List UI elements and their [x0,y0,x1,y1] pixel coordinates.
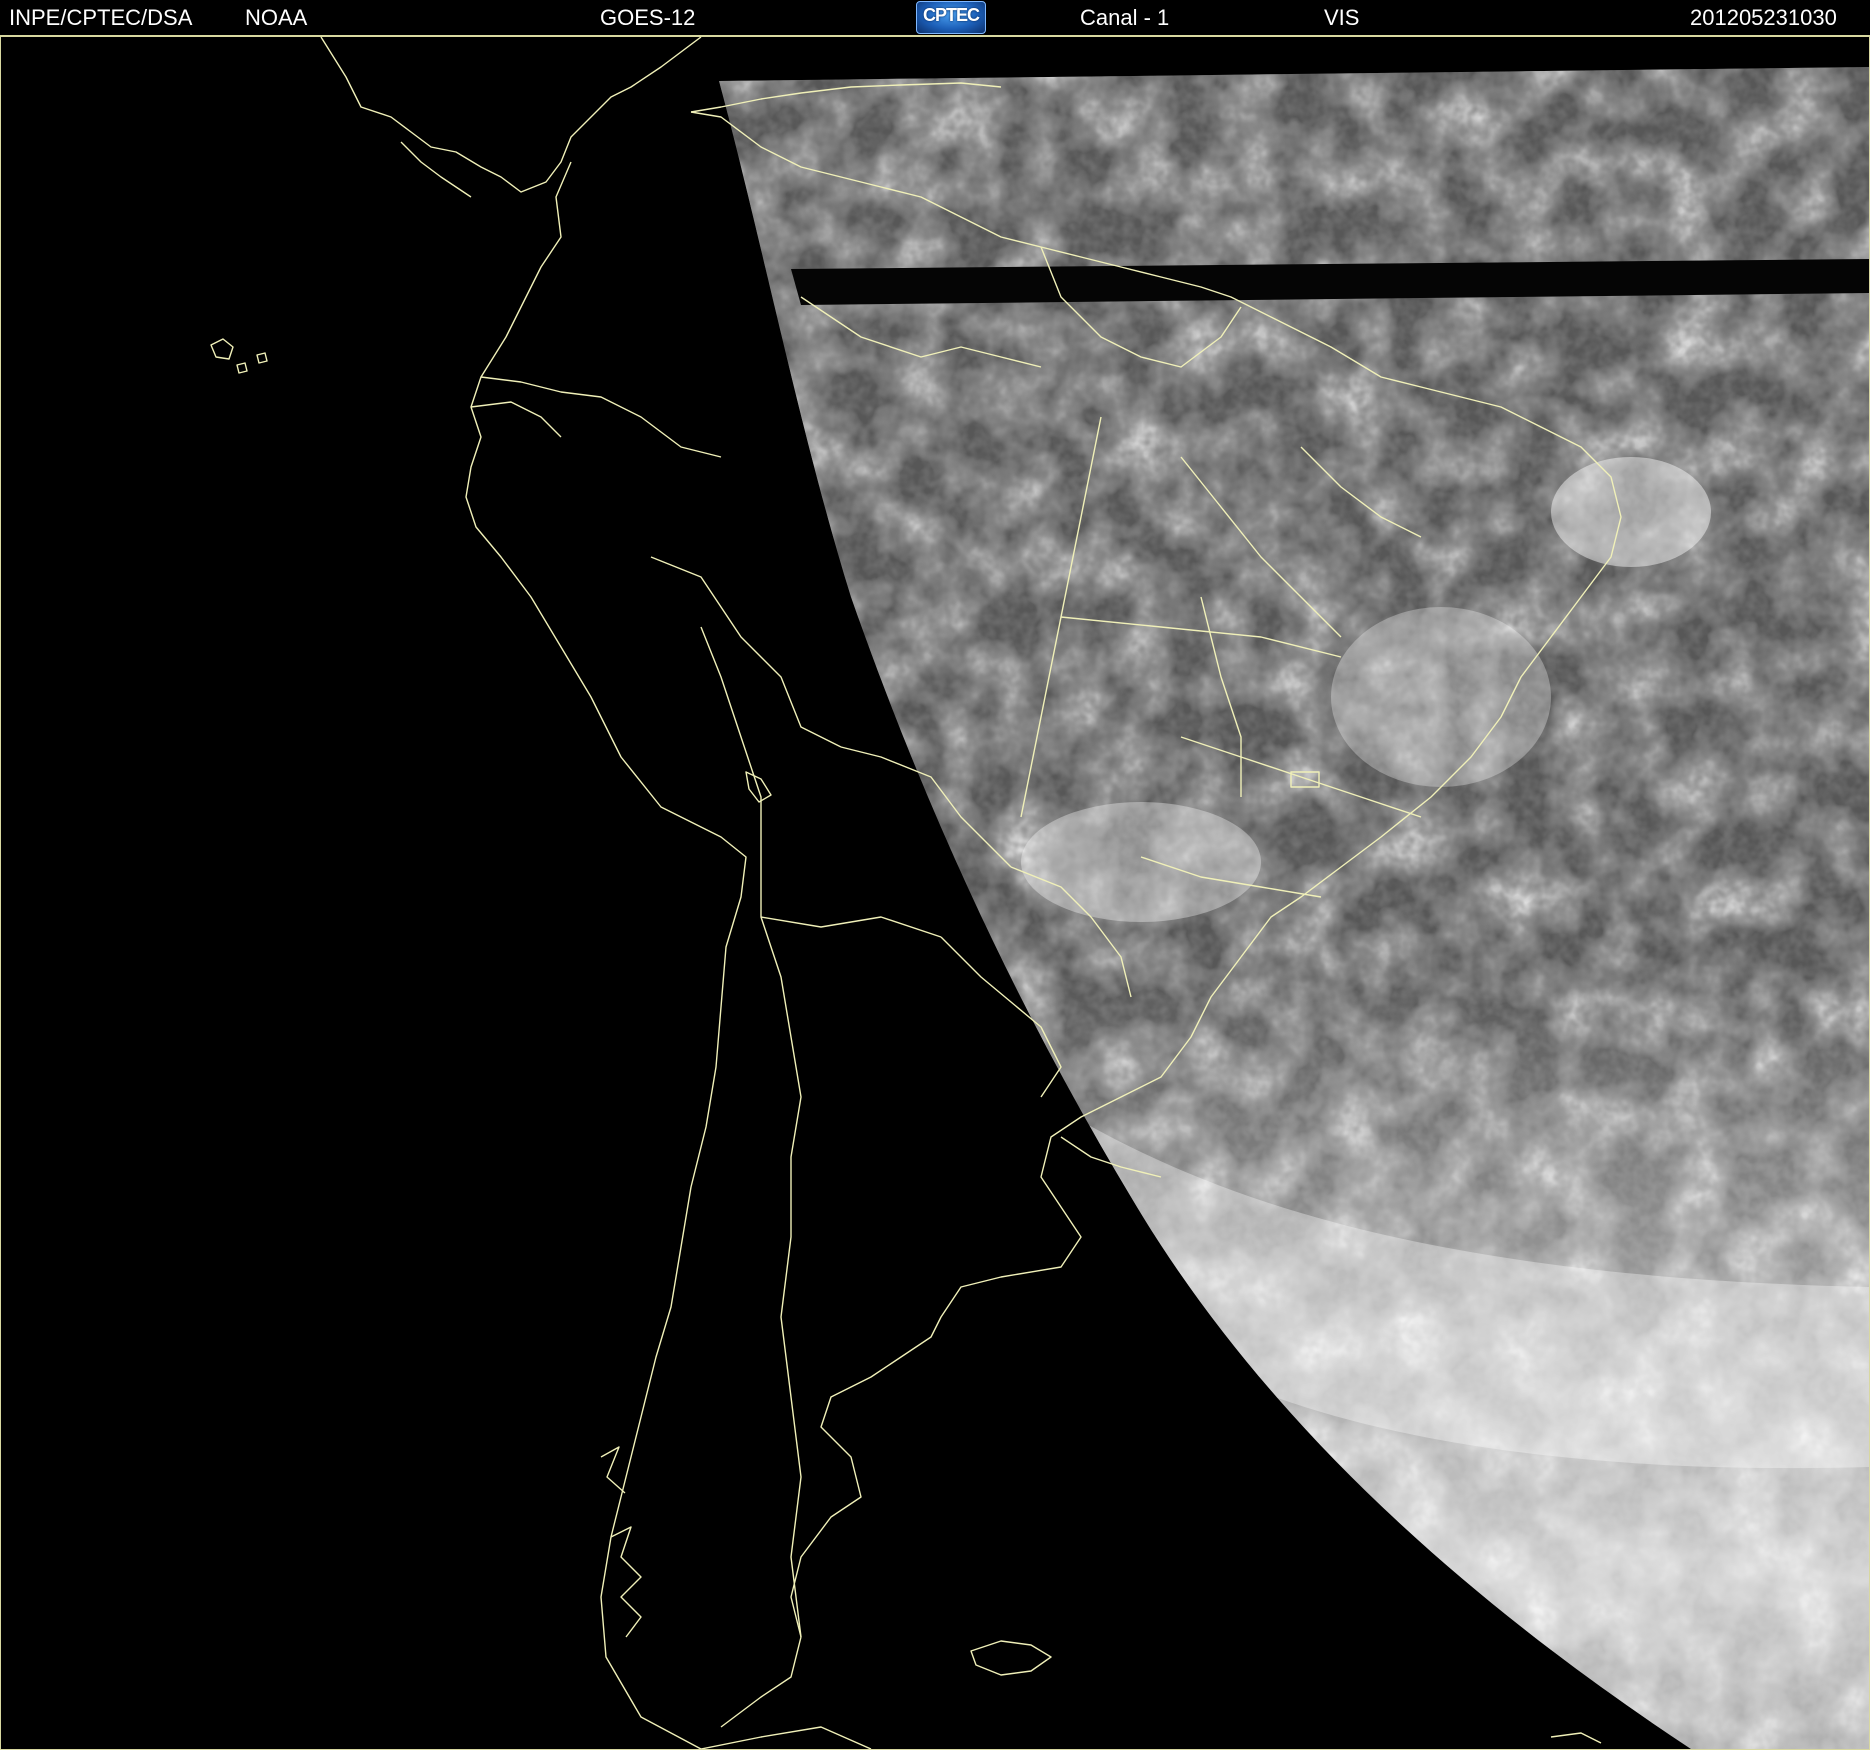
source-label: NOAA [245,5,308,30]
agency-label: INPE/CPTEC/DSA [9,5,193,30]
map-svg [210,37,1869,1749]
border-bolivia-argentina [760,916,942,938]
satellite-label: GOES-12 [600,5,696,30]
falkland-islands [970,1640,1052,1676]
central-america-coast [320,37,702,193]
border-ecuador [470,401,562,438]
satellite-image [0,36,1870,1750]
band-label: VIS [1324,5,1360,30]
border-peru-brazil [650,556,842,748]
border-chile-argentina [760,857,802,1638]
image-header: INPE/CPTEC/DSA NOAA GOES-12 CPTEC Canal … [0,0,1870,36]
border-colombia-peru [480,376,722,458]
channel-label: Canal - 1 [1080,5,1170,30]
cptec-logo-icon: CPTEC [916,1,986,34]
logo-text: CPTEC [922,5,980,25]
border-peru-bolivia [700,626,762,857]
earth-disk [719,67,1869,1749]
timestamp-label: 201205231030 [1690,5,1837,30]
galapagos-islands [210,338,268,374]
lake-titicaca [745,771,772,803]
